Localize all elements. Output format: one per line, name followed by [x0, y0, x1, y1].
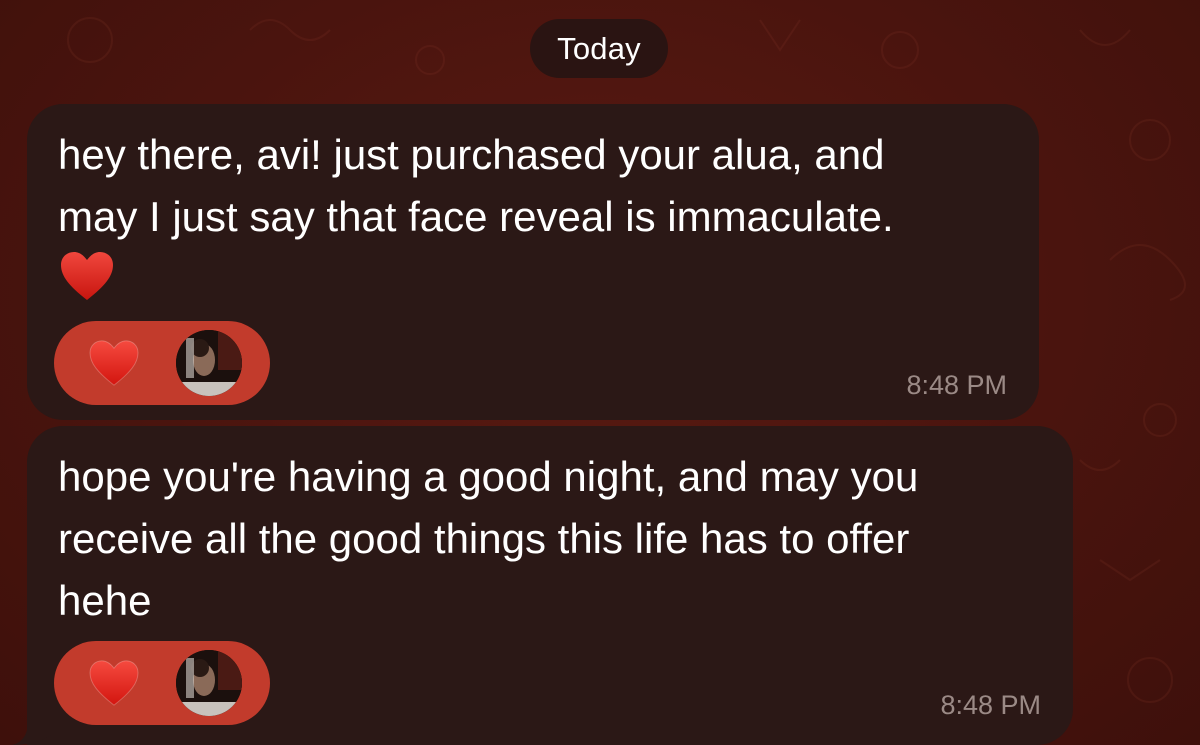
message-timestamp: 8:48 PM — [940, 690, 1041, 720]
reaction-pill[interactable] — [54, 321, 270, 405]
heart-icon — [61, 252, 113, 300]
message-bubble[interactable]: hey there, avi! just purchased your alua… — [27, 104, 1039, 420]
message-timestamp: 8:48 PM — [906, 370, 1007, 400]
date-label: Today — [557, 30, 641, 66]
avatar[interactable] — [176, 330, 242, 396]
bubble-tail — [12, 700, 52, 745]
message-text: hey there, avi! just purchased your alua… — [58, 131, 894, 240]
avatar[interactable] — [176, 650, 242, 716]
reaction-pill[interactable] — [54, 641, 270, 725]
message-bubble[interactable]: hope you're having a good night, and may… — [27, 426, 1073, 745]
date-separator: Today — [530, 19, 668, 78]
heart-icon — [89, 660, 139, 706]
message-text: hope you're having a good night, and may… — [58, 453, 919, 624]
heart-icon — [89, 340, 139, 386]
